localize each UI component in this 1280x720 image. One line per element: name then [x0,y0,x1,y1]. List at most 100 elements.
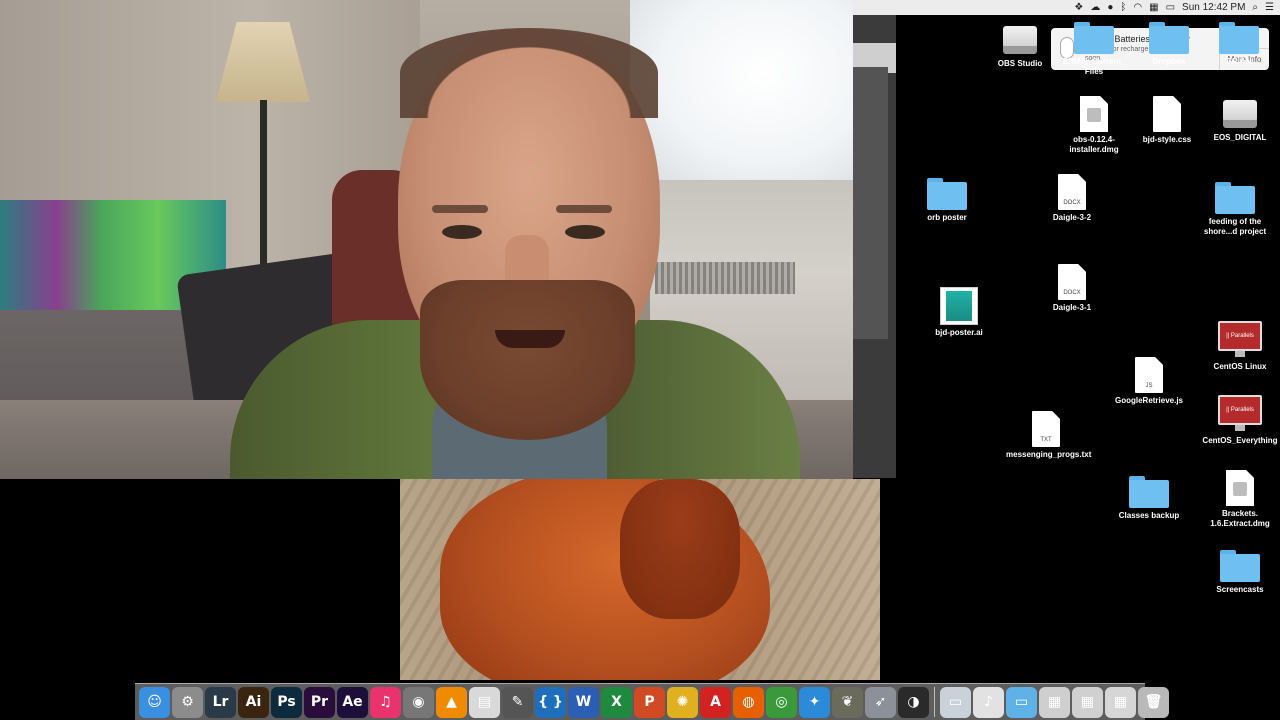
desktop-item-label: Daigle-3-2 [1052,213,1092,222]
dock-itunes-icon[interactable]: ♫ [370,686,401,718]
desktop-item-label: GoogleRetrieve.js [1114,396,1184,405]
right-eyebrow [556,205,612,213]
desktop-item-label: OBS Studio [997,59,1043,68]
disk-image-icon [1080,96,1108,132]
desktop-item-label: Daigle-3-1 [1052,303,1092,312]
file-type-tag: JS [1145,383,1153,389]
dock-system-preferences-icon[interactable]: ⚙ [172,686,203,718]
webcam-video-overlay [0,0,853,479]
desktop-item-label: Classes backup [1118,511,1180,520]
desktop-item-label: Dropbox [1152,57,1186,66]
desktop-item-brackets[interactable]: Brackets. 1.6.Extract.dmg [1200,470,1280,529]
folder-icon [1220,550,1260,582]
dock-powerpoint-icon[interactable]: P [634,686,665,718]
dock-firefox-icon[interactable]: ◍ [733,686,764,718]
desktop-item-brian-current-files[interactable]: BRIAN_Current_ Files [1054,22,1134,77]
desktop-item-feeding-project[interactable]: feeding of the shore...d project [1195,182,1275,237]
dock-recent-stack-icon[interactable]: ▦ [1105,686,1136,718]
file-type-tag: DOCX [1063,200,1081,206]
desktop-item-centos-linux[interactable]: || Parallels CentOS Linux [1200,321,1280,372]
desktop-item-google-retrieve[interactable]: JS GoogleRetrieve.js [1109,357,1189,406]
right-eye [565,225,605,239]
desktop-item-label: CentOS Linux [1213,362,1267,371]
input-flag-icon[interactable]: ▦ [1149,1,1158,15]
parallels-screen: || Parallels [1218,395,1262,425]
dock-safari-icon[interactable]: ✦ [799,686,830,718]
lamp-pole [260,100,267,280]
dock-trash-icon[interactable]: 🗑 [1138,686,1169,718]
dock-excel-icon[interactable]: X [601,686,632,718]
desktop-item-daigle-3-1[interactable]: DOCX Daigle-3-1 [1032,264,1112,313]
menubar-clock[interactable]: Sun 12:42 PM [1182,1,1245,15]
menu-bar: ❖ ☁ ● ᛒ ◠ ▦ ▭ Sun 12:42 PM ⌕ ☰ [853,0,1280,15]
js-file-icon: JS [1135,357,1163,393]
parallels-vm-icon: || Parallels [1218,321,1262,359]
desktop-item-screencasts[interactable]: Screencasts [1200,550,1280,595]
folder-icon [1219,22,1259,54]
dock-obs-icon[interactable]: ◑ [898,686,929,718]
txt-file-icon: TXT [1032,411,1060,447]
dock-music-stack-icon[interactable]: ♪ [973,686,1004,718]
desktop-item-bjd-poster[interactable]: bjd-poster.ai [919,287,999,338]
desktop-item-orb-poster[interactable]: orb poster [907,178,987,223]
dock-brackets-icon[interactable]: { } [535,686,566,718]
dock-after-effects-icon[interactable]: Ae [337,686,368,718]
dropbox-icon[interactable]: ❖ [1074,1,1083,15]
dock-chrome-icon[interactable]: ◎ [766,686,797,718]
illustrator-file-icon [940,287,978,325]
dock-photoshop-icon[interactable]: Ps [271,686,302,718]
dock-launchpad-icon[interactable]: ➶ [865,686,896,718]
dock-word-icon[interactable]: W [568,686,599,718]
dock-folder-stack-icon[interactable]: ▭ [1006,686,1037,718]
chicken-wing [620,479,740,619]
notification-center-icon[interactable]: ☰ [1265,1,1274,15]
dock-finder-icon[interactable]: ☺ [139,686,170,718]
spotlight-search-icon[interactable]: ⌕ [1252,1,1258,15]
desktop-item-label: obs-0.12.4-installer.dmg [1069,135,1119,154]
dock-screenshots-stack-icon[interactable]: ▦ [1072,686,1103,718]
dock-illustrator-icon[interactable]: Ai [238,686,269,718]
file-type-tag: DOCX [1063,290,1081,296]
docx-file-icon: DOCX [1058,264,1086,300]
parallels-screen: || Parallels [1218,321,1262,351]
dock-lightroom-icon[interactable]: Lr [205,686,236,718]
folder-icon [1129,476,1169,508]
desktop-item-label: Screencasts [1216,585,1264,594]
chicken-image [400,479,880,680]
desktop-item-classes-backup[interactable]: Classes backup [1109,476,1189,521]
desktop-item-dropbox[interactable]: Dropbox [1129,22,1209,67]
desktop-item-centos-everything[interactable]: || Parallels CentOS_Everything [1200,395,1280,446]
background-window[interactable] [853,15,896,478]
dock-premiere-icon[interactable]: Pr [304,686,335,718]
desktop-item-obs-studio[interactable]: OBS Studio [980,22,1060,69]
dock-acrobat-icon[interactable]: A [700,686,731,718]
dock-dvd-player-icon[interactable]: ◉ [403,686,434,718]
desktop-item-eos-digital[interactable]: EOS_DIGITAL [1200,96,1280,143]
dock-vlc-icon[interactable]: ▲ [436,686,467,718]
dock-documents-stack-icon[interactable]: ▭ [940,686,971,718]
desktop-item-brian[interactable]: BRIAN [1199,22,1279,67]
parallels-stand [1235,351,1245,357]
dock-gimp-icon[interactable]: ✎ [502,686,533,718]
beard [420,280,635,440]
dock-gimp-2-icon[interactable]: ❦ [832,686,863,718]
desktop-item-bjd-style[interactable]: bjd-style.css [1127,96,1207,145]
battery-icon[interactable]: ▭ [1166,1,1175,15]
docx-file-icon: DOCX [1058,174,1086,210]
file-type-tag: TXT [1040,437,1052,443]
bluetooth-icon[interactable]: ᛒ [1120,1,1126,15]
desktop-item-label: BRIAN [1226,57,1252,66]
wifi-icon[interactable]: ◠ [1133,1,1142,15]
desktop-item-obs-installer[interactable]: obs-0.12.4-installer.dmg [1054,96,1134,155]
dock-downloads-stack-icon[interactable]: ▦ [1039,686,1070,718]
menubar-extra-icon[interactable]: ● [1107,1,1113,15]
creative-cloud-icon[interactable]: ☁ [1090,1,1100,15]
desktop-item-messenging-progs[interactable]: TXT messenging_progs.txt [1006,411,1091,460]
desktop-item-label: CentOS_Everything [1202,436,1278,445]
dock-wolfram-icon[interactable]: ✺ [667,686,698,718]
parallels-stand [1235,425,1245,431]
desktop-item-daigle-3-2[interactable]: DOCX Daigle-3-2 [1032,174,1112,223]
window-pane [853,67,888,339]
dock-preview-icon[interactable]: ▤ [469,686,500,718]
drive-icon [1003,22,1037,56]
